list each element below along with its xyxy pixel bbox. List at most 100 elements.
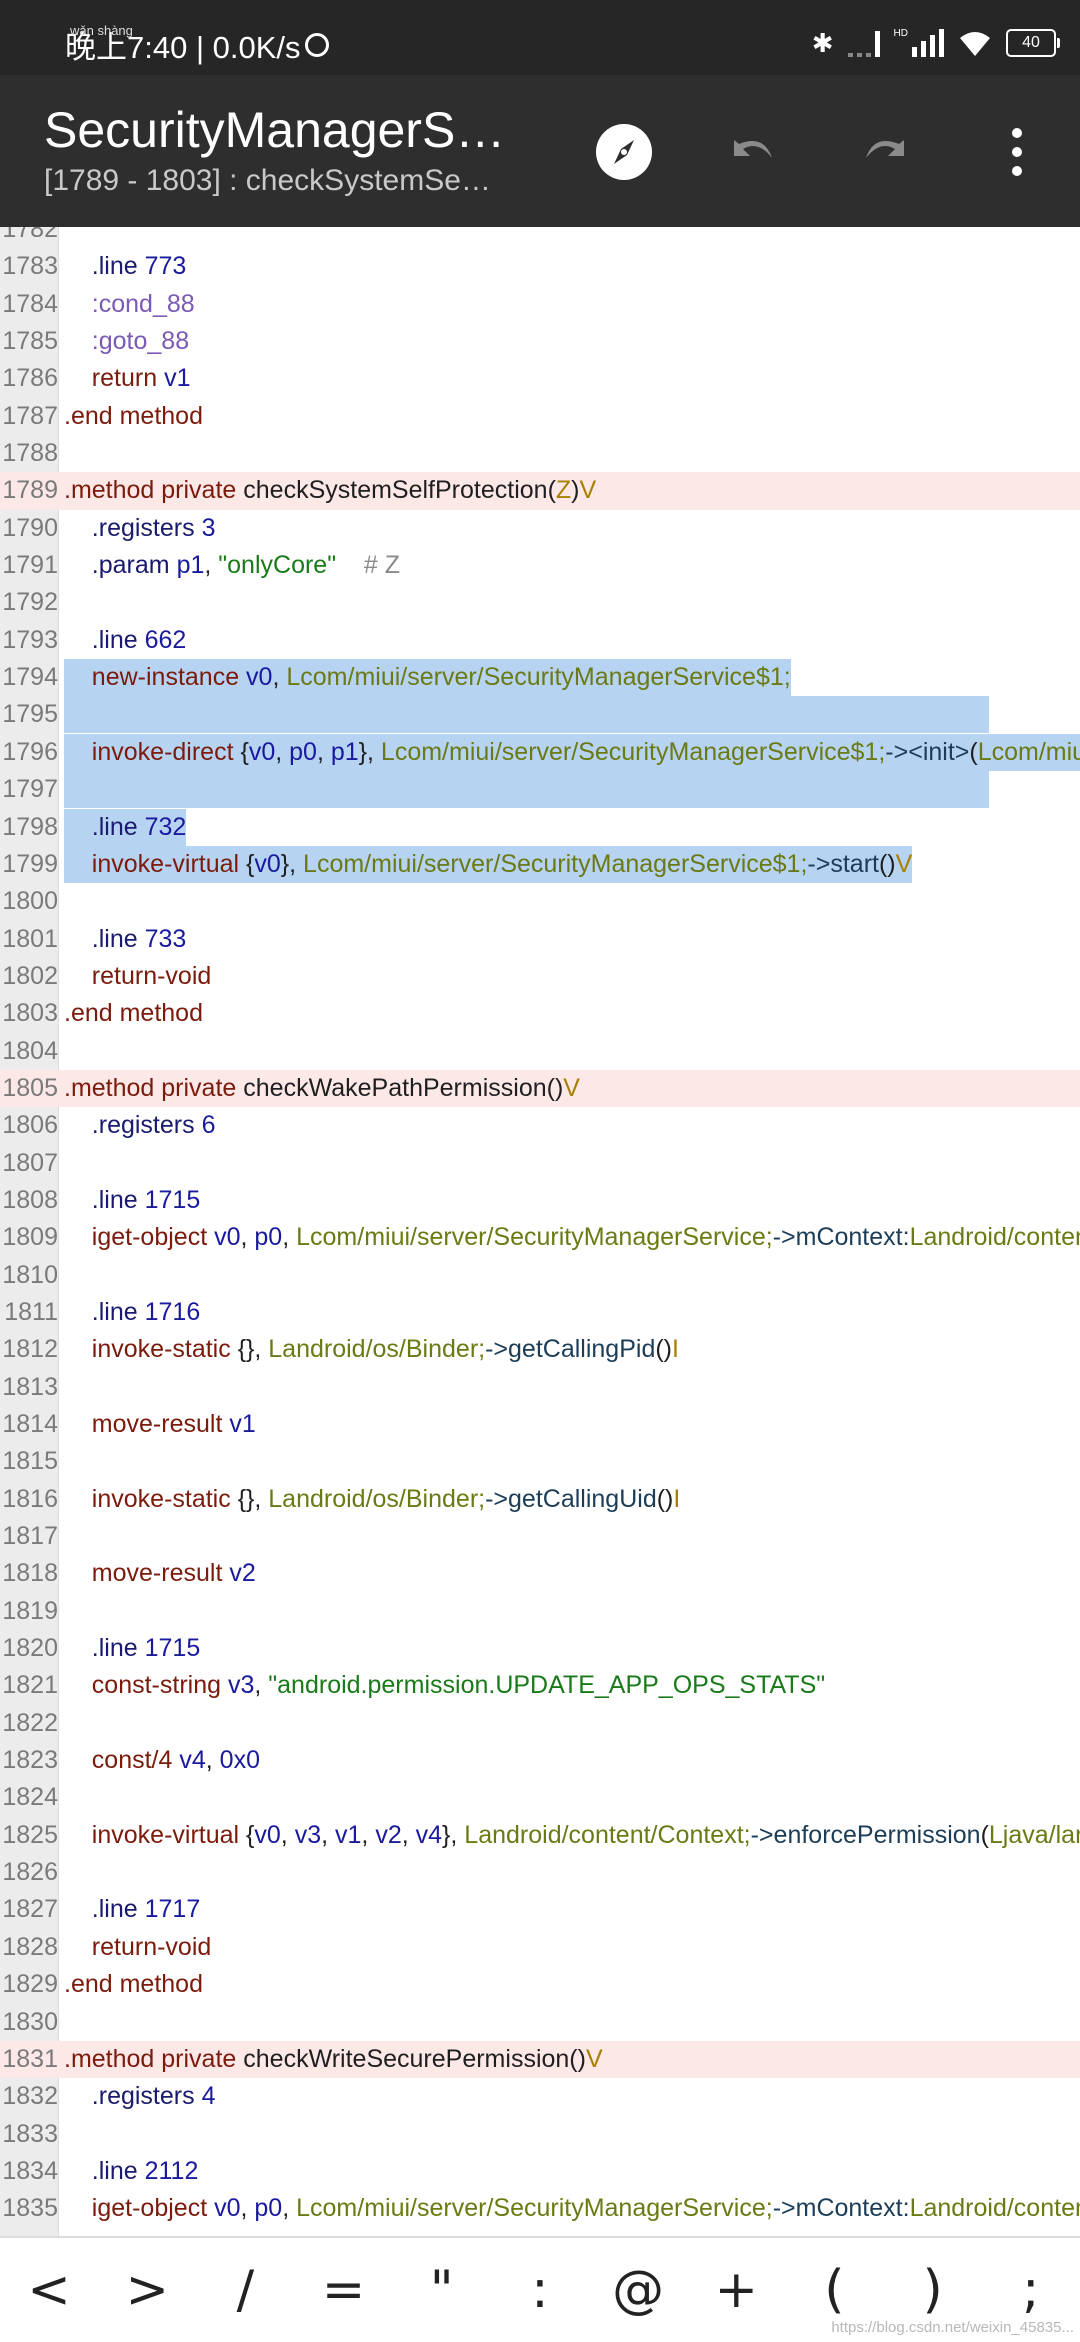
code-line[interactable]: 1793 .line 662 [0, 622, 1080, 659]
code-line[interactable]: 1816 invoke-static {}, Landroid/os/Binde… [0, 1481, 1080, 1518]
code-line[interactable]: 1820 .line 1715 [0, 1630, 1080, 1667]
code-line[interactable]: 1785 :goto_88 [0, 323, 1080, 360]
code-token: Ljava/lang/String;IILjava/lang/String; [988, 1820, 1080, 1849]
symbol-key[interactable]: @ [598, 2245, 678, 2335]
code-token: Lcom/miui/server/SecurityManagerService; [296, 1223, 773, 1252]
code-line[interactable]: 1836 [0, 2228, 1080, 2236]
symbol-key[interactable]: + [696, 2245, 776, 2335]
symbol-key[interactable]: = [304, 2245, 384, 2335]
code-line[interactable]: 1817 [0, 1518, 1080, 1555]
code-line[interactable]: 1810 [0, 1257, 1080, 1294]
code-line[interactable]: 1804 [0, 1033, 1080, 1070]
code-line[interactable]: 1821 const-string v3, "android.permissio… [0, 1667, 1080, 1704]
code-token: getCallingUid [508, 1484, 657, 1513]
code-token: p0 [254, 1223, 283, 1252]
code-line[interactable]: 1801 .line 733 [0, 921, 1080, 958]
code-token: 6 [201, 1111, 216, 1140]
code-line[interactable]: 1784 :cond_88 [0, 286, 1080, 323]
code-line[interactable]: 1832 .registers 4 [0, 2078, 1080, 2115]
code-line[interactable]: 1825 invoke-virtual {v0, v3, v1, v2, v4}… [0, 1817, 1080, 1854]
code-line[interactable]: 1827 .line 1717 [0, 1891, 1080, 1928]
code-token: Landroid/os/Binder; [268, 1484, 486, 1513]
code-line[interactable]: 1789 .method private checkSystemSelfProte… [0, 472, 1080, 510]
code-line[interactable]: 1808 .line 1715 [0, 1182, 1080, 1219]
code-text: .line 2112 [64, 2153, 199, 2190]
code-line[interactable]: 1830 [0, 2004, 1080, 2041]
code-line[interactable]: 1831 .method private checkWriteSecurePerm… [0, 2040, 1080, 2079]
code-line[interactable]: 1807 [0, 1145, 1080, 1182]
code-line[interactable]: 1786 return v1 [0, 360, 1080, 397]
code-text: iget-object v0, p0, Lcom/miui/server/Sec… [64, 1219, 1080, 1256]
code-line[interactable]: 1818 move-result v2 [0, 1555, 1080, 1592]
code-token: .line [91, 1634, 145, 1663]
code-line[interactable]: 1800 [0, 883, 1080, 920]
code-token: .end method [64, 999, 203, 1028]
code-line[interactable]: 1806 .registers 6 [0, 1107, 1080, 1144]
code-line[interactable]: 1828 return-void [0, 1929, 1080, 1966]
code-line[interactable]: 1794 new-instance v0, Lcom/miui/server/S… [0, 659, 1080, 697]
code-line[interactable]: 1803 .end method [0, 995, 1080, 1032]
code-line[interactable]: 1797 [0, 771, 1080, 809]
selection-highlight [64, 771, 989, 809]
code-line[interactable]: 1809 iget-object v0, p0, Lcom/miui/serve… [0, 1219, 1080, 1256]
code-token: v0 [248, 737, 276, 766]
symbol-key[interactable]: > [107, 2245, 187, 2335]
code-line[interactable]: 1826 [0, 1854, 1080, 1891]
line-number: 1826 [2, 1858, 58, 1887]
code-token: , [240, 1223, 255, 1252]
code-line[interactable]: 1791 .param p1, "onlyCore" # Z [0, 547, 1080, 584]
code-line[interactable]: 1814 move-result v1 [0, 1406, 1080, 1443]
code-line[interactable]: 1782 [0, 227, 1080, 248]
code-line[interactable]: 1822 [0, 1705, 1080, 1742]
redo-icon[interactable] [852, 120, 916, 184]
compass-icon[interactable] [592, 120, 656, 184]
code-token: mContext: [795, 2194, 910, 2223]
code-token: -> [485, 1335, 509, 1364]
more-vert-icon[interactable] [985, 120, 1049, 184]
code-line[interactable]: 1805 .method private checkWakePathPermiss… [0, 1069, 1080, 1108]
symbol-key[interactable]: / [205, 2245, 285, 2335]
code-line[interactable]: 1833 [0, 2116, 1080, 2153]
code-token: , [316, 737, 331, 766]
code-token: const-string [91, 1671, 228, 1700]
line-number: 1814 [2, 1410, 58, 1438]
code-line[interactable]: 1815 [0, 1443, 1080, 1480]
code-line[interactable]: 1783 .line 773 [0, 248, 1080, 285]
code-token: {}, [237, 1484, 269, 1513]
code-editor[interactable]: 1782 1783 .line 773 1784 :cond_88 1785 :got… [0, 227, 1080, 2236]
code-line[interactable]: 1811 .line 1716 [0, 1294, 1080, 1331]
code-token: Lcom/miui/server/SecurityManagerService$… [380, 737, 886, 766]
code-line[interactable]: 1819 [0, 1593, 1080, 1630]
code-line[interactable]: 1787 .end method [0, 398, 1080, 435]
code-line[interactable]: 1795 [0, 696, 1080, 734]
code-line[interactable]: 1802 return-void [0, 958, 1080, 995]
code-line[interactable]: 1829 .end method [0, 1966, 1080, 2003]
code-line[interactable]: 1796 invoke-direct {v0, p0, p1}, Lcom/mi… [0, 733, 1080, 771]
code-line[interactable]: 1790 .registers 3 [0, 510, 1080, 547]
code-line[interactable]: 1834 .line 2112 [0, 2153, 1080, 2190]
code-line[interactable]: 1812 invoke-static {}, Landroid/os/Binde… [0, 1331, 1080, 1368]
code-token: Landroid/content/Context; [909, 2194, 1080, 2223]
line-number: 1801 [2, 924, 58, 953]
code-token: 1717 [144, 1895, 201, 1924]
symbol-key[interactable]: < [9, 2245, 89, 2335]
line-number: 1790 [2, 513, 58, 542]
code-line[interactable]: 1788 [0, 435, 1080, 472]
code-line[interactable]: 1792 [0, 584, 1080, 621]
code-line[interactable]: 1835 iget-object v0, p0, Lcom/miui/serve… [0, 2190, 1080, 2227]
code-line[interactable]: 1813 [0, 1369, 1080, 1406]
code-line[interactable]: 1823 const/4 v4, 0x0 [0, 1742, 1080, 1779]
code-line[interactable]: 1824 [0, 1779, 1080, 1816]
symbol-key[interactable]: " [402, 2245, 482, 2335]
code-line[interactable]: 1799 invoke-virtual {v0}, Lcom/miui/serv… [0, 845, 1080, 883]
code-token: .end method [64, 1970, 203, 1999]
symbol-key[interactable]: : [500, 2245, 580, 2335]
undo-icon[interactable] [722, 120, 786, 184]
code-token: -> [485, 1484, 509, 1513]
code-text: .line 732 [64, 808, 187, 846]
code-line[interactable]: 1798 .line 732 [0, 808, 1080, 846]
